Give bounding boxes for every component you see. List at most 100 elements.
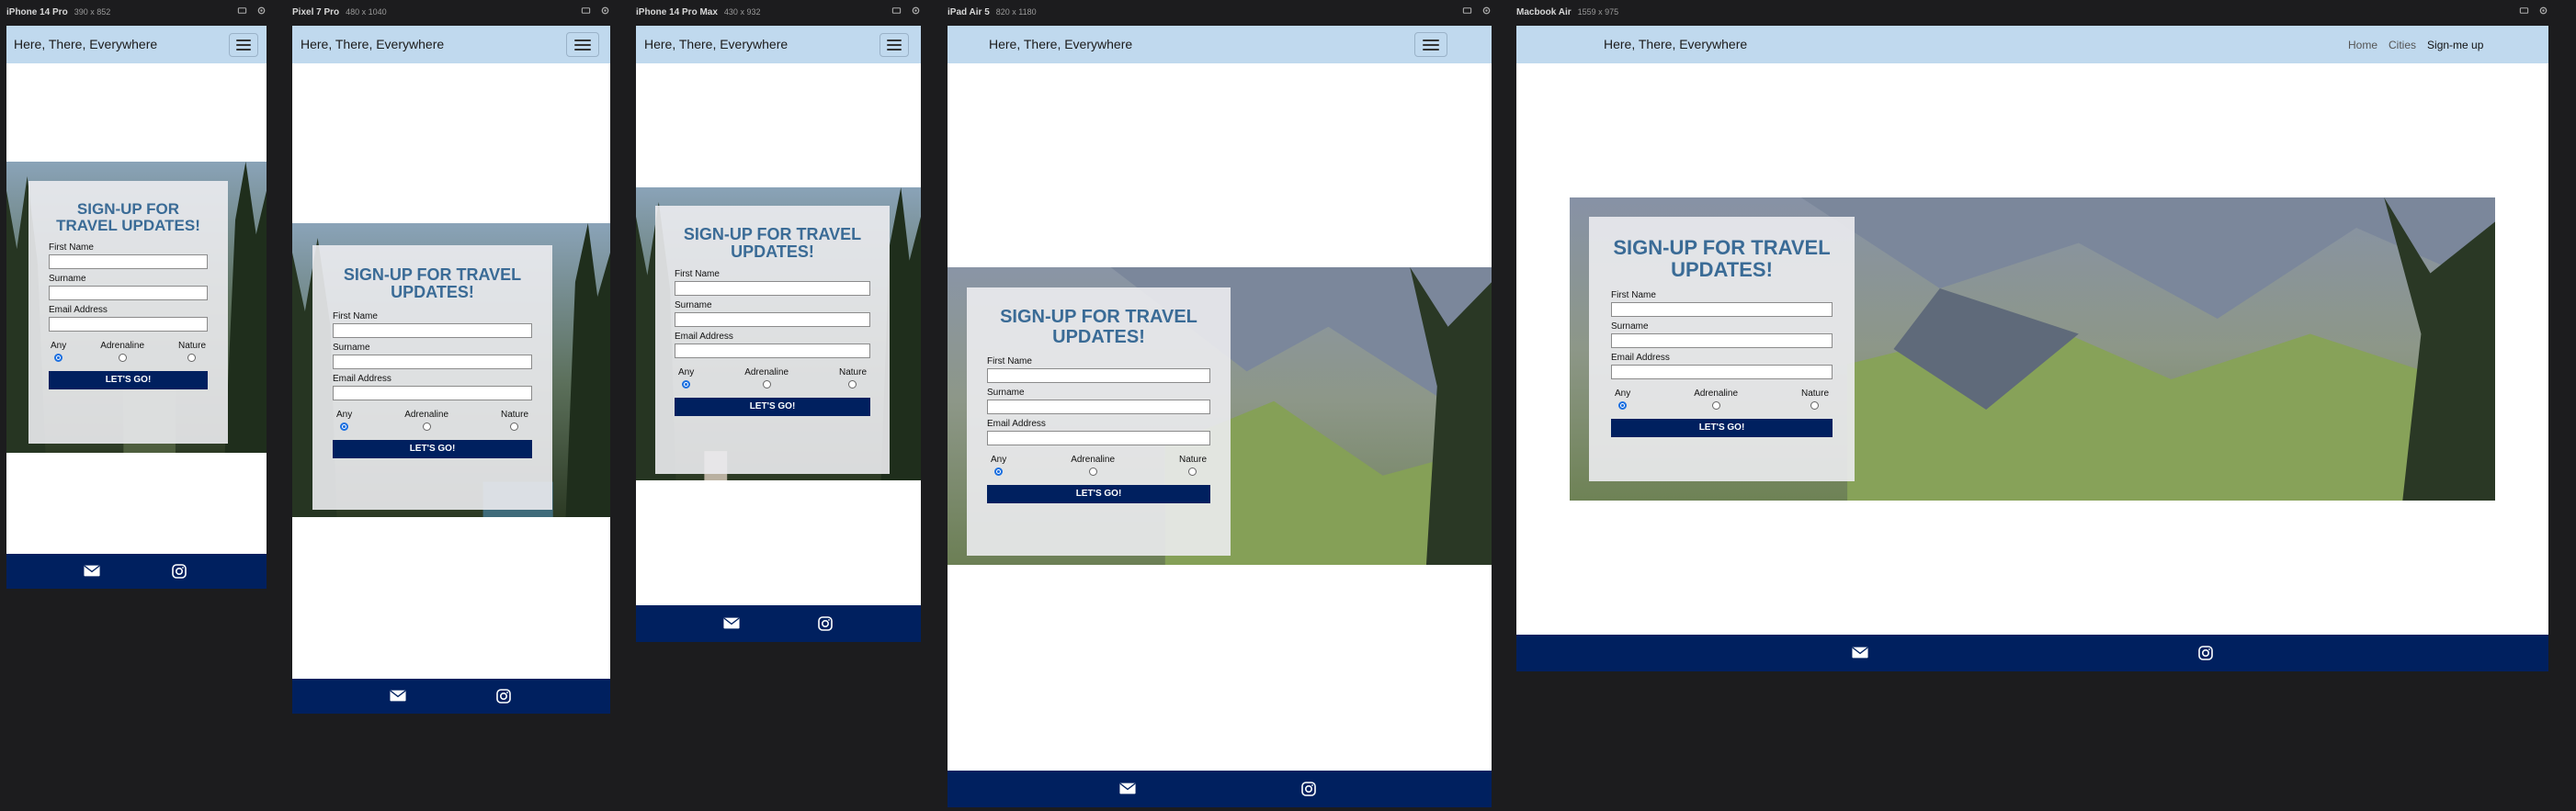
settings-icon[interactable] — [1481, 6, 1492, 16]
radio-option-any[interactable]: Any — [991, 455, 1006, 477]
nav-link-cities[interactable]: Cities — [2389, 39, 2416, 51]
first-name-input[interactable] — [675, 280, 870, 296]
instagram-icon[interactable] — [172, 564, 187, 579]
radio-nature-button[interactable] — [510, 422, 519, 431]
email-input[interactable] — [987, 431, 1210, 446]
radio-option-nature[interactable]: Nature — [1801, 389, 1829, 410]
rotate-icon[interactable] — [1462, 6, 1472, 16]
radio-adrenaline-button[interactable] — [1088, 467, 1097, 477]
first-name-input[interactable] — [333, 322, 532, 338]
radio-nature-button[interactable] — [1188, 467, 1197, 477]
radio-adrenaline-button[interactable] — [762, 379, 771, 389]
submit-button[interactable]: LET'S GO! — [49, 370, 208, 389]
radio-option-any[interactable]: Any — [678, 367, 694, 389]
instagram-icon[interactable] — [818, 616, 833, 631]
hamburger-menu-button[interactable] — [566, 32, 599, 57]
email-label: Email Address — [675, 331, 733, 342]
device-viewport: Here, There, Everywhere Home Cities Sign… — [1516, 26, 2548, 671]
first-name-label: First Name — [333, 310, 378, 321]
hamburger-menu-button[interactable] — [229, 33, 258, 57]
surname-input[interactable] — [675, 311, 870, 327]
submit-button[interactable]: LET'S GO! — [675, 397, 870, 416]
brand-logo[interactable]: Here, There, Everywhere — [301, 37, 444, 51]
first-name-input[interactable] — [1611, 301, 1833, 317]
hamburger-menu-button[interactable] — [1414, 32, 1447, 57]
radio-adrenaline-label: Adrenaline — [1071, 455, 1116, 466]
radio-option-any[interactable]: Any — [1615, 389, 1630, 410]
envelope-icon[interactable] — [84, 565, 100, 577]
surname-label: Surname — [333, 342, 370, 353]
surname-input[interactable] — [49, 285, 208, 300]
radio-option-any[interactable]: Any — [336, 410, 352, 431]
radio-adrenaline-button[interactable] — [1711, 400, 1720, 410]
radio-option-any[interactable]: Any — [51, 341, 66, 362]
settings-icon[interactable] — [2538, 6, 2548, 16]
radio-option-adrenaline[interactable]: Adrenaline — [744, 367, 789, 389]
email-input[interactable] — [333, 385, 532, 400]
submit-button[interactable]: LET'S GO! — [987, 485, 1210, 504]
radio-any-button[interactable] — [682, 379, 691, 389]
radio-nature-button[interactable] — [848, 379, 857, 389]
radio-any-button[interactable] — [340, 422, 349, 431]
radio-adrenaline-button[interactable] — [118, 353, 127, 362]
surname-input[interactable] — [987, 400, 1210, 415]
hamburger-menu-button[interactable] — [879, 33, 909, 57]
envelope-icon[interactable] — [723, 617, 740, 629]
radio-option-adrenaline[interactable]: Adrenaline — [100, 341, 144, 362]
radio-adrenaline-button[interactable] — [422, 422, 431, 431]
settings-icon[interactable] — [600, 6, 610, 16]
device-size: 390 x 852 — [74, 7, 111, 17]
radio-any-label: Any — [51, 340, 67, 351]
instagram-icon[interactable] — [2198, 646, 2213, 660]
surname-input[interactable] — [1611, 332, 1833, 348]
navbar: Here, There, Everywhere — [6, 26, 267, 63]
radio-nature-label: Nature — [1178, 455, 1207, 466]
brand-logo[interactable]: Here, There, Everywhere — [989, 37, 1132, 51]
email-input[interactable] — [675, 343, 870, 358]
radio-nature-button[interactable] — [1810, 400, 1820, 410]
radio-adrenaline-label: Adrenaline — [744, 366, 789, 377]
settings-icon[interactable] — [911, 6, 921, 16]
radio-option-nature[interactable]: Nature — [501, 410, 528, 431]
rotate-icon[interactable] — [581, 6, 591, 16]
rotate-icon[interactable] — [2519, 6, 2529, 16]
envelope-icon[interactable] — [1119, 783, 1136, 794]
device-toolbar: iPhone 14 Pro 390 x 852 — [6, 6, 267, 18]
submit-button[interactable]: LET'S GO! — [333, 439, 532, 458]
rotate-icon[interactable] — [891, 6, 902, 16]
settings-icon[interactable] — [256, 6, 267, 16]
brand-logo[interactable]: Here, There, Everywhere — [14, 37, 157, 51]
brand-logo[interactable]: Here, There, Everywhere — [1604, 37, 1747, 51]
device-viewport: Here, There, Everywhere SIGN-UP FOR TRAV… — [292, 26, 610, 714]
email-input[interactable] — [1611, 364, 1833, 379]
envelope-icon[interactable] — [390, 690, 406, 702]
radio-any-button[interactable] — [54, 353, 63, 362]
first-name-input[interactable] — [49, 253, 208, 269]
radio-nature-label: Nature — [177, 340, 206, 351]
submit-button[interactable]: LET'S GO! — [1611, 418, 1833, 437]
radio-nature-label: Nature — [1800, 388, 1829, 399]
radio-option-adrenaline[interactable]: Adrenaline — [1071, 455, 1116, 477]
surname-label: Surname — [49, 273, 86, 284]
surname-input[interactable] — [333, 354, 532, 369]
radio-any-button[interactable] — [994, 467, 1004, 477]
radio-option-nature[interactable]: Nature — [839, 367, 867, 389]
brand-logo[interactable]: Here, There, Everywhere — [644, 37, 788, 51]
radio-option-adrenaline[interactable]: Adrenaline — [404, 410, 448, 431]
radio-nature-button[interactable] — [187, 353, 197, 362]
email-input[interactable] — [49, 316, 208, 332]
nav-link-sign-me-up[interactable]: Sign-me up — [2427, 39, 2483, 51]
instagram-icon[interactable] — [496, 689, 511, 704]
nav-link-home[interactable]: Home — [2348, 39, 2377, 51]
rotate-icon[interactable] — [237, 6, 247, 16]
first-name-input[interactable] — [987, 368, 1210, 384]
radio-option-nature[interactable]: Nature — [1178, 455, 1207, 477]
envelope-icon[interactable] — [1852, 647, 1868, 659]
radio-any-button[interactable] — [1618, 400, 1628, 410]
first-name-label: First Name — [49, 242, 94, 253]
radio-any-label: Any — [678, 366, 695, 377]
radio-option-adrenaline[interactable]: Adrenaline — [1694, 389, 1738, 410]
form-title: SIGN-UP FOR TRAVEL UPDATES! — [1613, 236, 1831, 281]
radio-option-nature[interactable]: Nature — [178, 341, 206, 362]
instagram-icon[interactable] — [1301, 782, 1316, 796]
